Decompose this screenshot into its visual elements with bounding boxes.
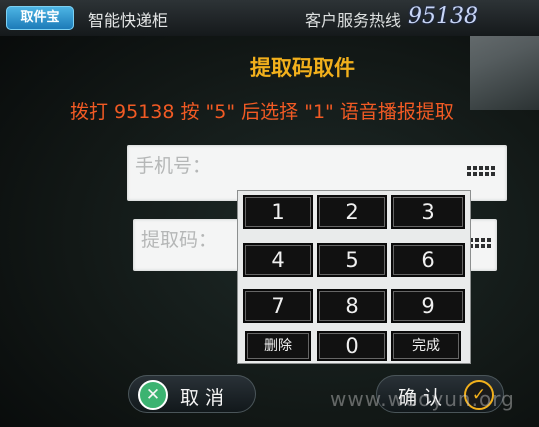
numeric-keypad: 1 2 3 4 5 6 7 8 9 删除 0 完成: [237, 190, 471, 364]
top-bar: 取件宝 智能快递柜 客户服务热线 95138: [0, 0, 539, 36]
key-1[interactable]: 1: [243, 195, 313, 229]
key-8[interactable]: 8: [317, 289, 387, 323]
instruction-text: 拨打 95138 按 "5" 后选择 "1" 语音播报提取: [70, 101, 454, 123]
delete-key[interactable]: 删除: [245, 331, 311, 361]
watermark: www.wooyun.org: [330, 387, 515, 411]
hotline-label: 客户服务热线: [305, 11, 402, 30]
key-4[interactable]: 4: [243, 243, 313, 277]
key-6[interactable]: 6: [391, 243, 465, 277]
key-9[interactable]: 9: [391, 289, 465, 323]
app-subtitle: 智能快递柜: [88, 11, 169, 30]
cancel-button[interactable]: ✕ 取 消: [128, 375, 256, 413]
page-title: 提取码取件: [250, 56, 355, 80]
key-2[interactable]: 2: [317, 195, 387, 229]
phone-field-placeholder: 手机号：: [135, 155, 212, 177]
key-0[interactable]: 0: [317, 331, 387, 361]
hotline-number: 95138: [408, 4, 478, 29]
key-3[interactable]: 3: [391, 195, 465, 229]
key-7[interactable]: 7: [243, 289, 313, 323]
cancel-button-label: 取 消: [180, 387, 225, 409]
kiosk-screen: 取件宝 智能快递柜 客户服务热线 95138 提取码取件 拨打 95138 按 …: [0, 0, 539, 427]
key-5[interactable]: 5: [317, 243, 387, 277]
brand-logo: 取件宝: [6, 6, 74, 30]
done-key[interactable]: 完成: [391, 331, 461, 361]
code-field-placeholder: 提取码：: [141, 229, 218, 251]
close-icon: ✕: [138, 380, 168, 410]
keyboard-icon[interactable]: [467, 163, 495, 179]
